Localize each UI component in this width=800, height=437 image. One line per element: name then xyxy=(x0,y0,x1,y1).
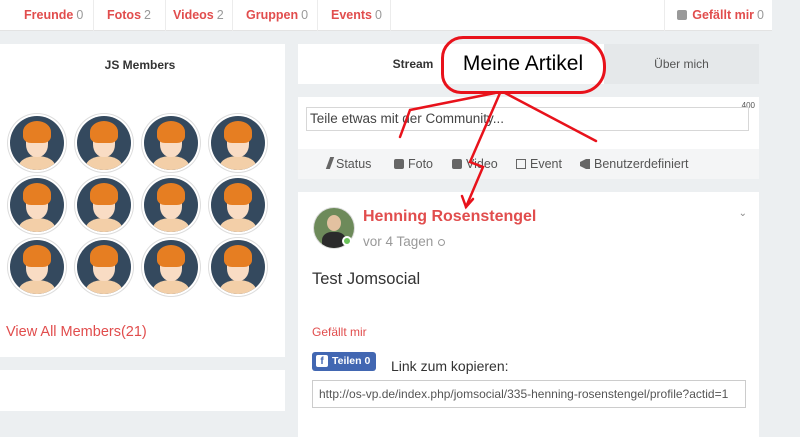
nav-gruppen[interactable]: Gruppen 0 xyxy=(222,0,318,31)
globe-icon xyxy=(438,239,446,246)
facebook-share-button[interactable]: f Teilen 0 xyxy=(312,352,376,371)
calendar-icon xyxy=(516,159,526,169)
facebook-icon: f xyxy=(316,355,328,367)
nav-label: Freunde xyxy=(24,8,74,22)
post-content: Test Jomsocial xyxy=(312,270,421,288)
copy-link-field[interactable]: http://os-vp.de/index.php/jomsocial/335-… xyxy=(312,380,746,408)
pencil-icon xyxy=(325,157,335,169)
member-avatar[interactable] xyxy=(75,176,133,234)
custom-label: Benutzerdefiniert xyxy=(594,157,689,171)
member-avatar[interactable] xyxy=(209,176,267,234)
profile-nav: Freunde 0 Fotos 2 Videos 2 Gruppen 0 Events 0… xyxy=(0,0,772,31)
chevron-down-icon[interactable]: ⌄ xyxy=(739,208,747,219)
video-icon xyxy=(452,159,462,169)
event-label: Event xyxy=(530,157,562,171)
member-avatar[interactable] xyxy=(209,114,267,172)
status-composer: 400 Teile etwas mit der Community... Sta… xyxy=(298,97,759,179)
status-input[interactable]: Teile etwas mit der Community... xyxy=(306,107,749,131)
stream-tabs: Stream Meine Artikel Über mich xyxy=(298,44,759,84)
member-avatar[interactable] xyxy=(75,114,133,172)
like-count: 0 xyxy=(757,8,764,22)
status-button[interactable]: Status xyxy=(325,149,372,179)
nav-videos[interactable]: Videos 2 xyxy=(149,0,233,31)
camera-icon xyxy=(394,159,404,169)
nav-events[interactable]: Events 0 xyxy=(307,0,391,31)
status-label: Status xyxy=(336,157,372,171)
event-button[interactable]: Event xyxy=(516,149,562,179)
page-scroll-gutter xyxy=(772,0,800,437)
thumbs-up-icon xyxy=(677,10,688,20)
view-all-members-link[interactable]: View All Members(21) xyxy=(6,324,147,340)
video-button[interactable]: Video xyxy=(452,149,498,179)
nav-count: 0 xyxy=(375,8,382,22)
tab-ueber-mich[interactable]: Über mich xyxy=(604,44,759,84)
nav-label: Videos xyxy=(173,8,214,22)
custom-button[interactable]: Benutzerdefiniert xyxy=(580,149,689,179)
photo-label: Foto xyxy=(408,157,434,171)
stream-post: Henning Rosenstengel vor 4 Tagen ⌄ Test … xyxy=(298,192,759,437)
post-like-link[interactable]: Gefällt mir xyxy=(312,325,367,339)
nav-freunde[interactable]: Freunde 0 xyxy=(0,0,94,31)
copy-link-label: Link zum kopieren: xyxy=(391,358,509,374)
online-status-dot xyxy=(342,236,352,246)
member-avatar[interactable] xyxy=(8,114,66,172)
member-avatar[interactable] xyxy=(142,114,200,172)
share-label: Teilen 0 xyxy=(332,355,371,367)
megaphone-icon xyxy=(580,159,590,169)
post-time: vor 4 Tagen xyxy=(363,234,446,249)
like-page-button[interactable]: Gefällt mir 0 xyxy=(664,0,764,31)
nav-label: Events xyxy=(331,8,372,22)
photo-button[interactable]: Foto xyxy=(394,149,433,179)
nav-label: Fotos xyxy=(107,8,142,22)
member-avatar[interactable] xyxy=(8,238,66,296)
member-avatar[interactable] xyxy=(142,176,200,234)
sidebar-card-empty xyxy=(0,370,285,411)
member-avatar[interactable] xyxy=(142,238,200,296)
post-time-label: vor 4 Tagen xyxy=(363,234,434,249)
nav-label: Gruppen xyxy=(246,8,299,22)
member-avatar[interactable] xyxy=(209,238,267,296)
video-label: Video xyxy=(466,157,498,171)
post-author-link[interactable]: Henning Rosenstengel xyxy=(363,208,536,226)
composer-toolbar: Status Foto Video Event Benutzerdefinier… xyxy=(298,149,759,179)
tab-meine-artikel[interactable]: Meine Artikel xyxy=(445,44,601,84)
members-title: JS Members xyxy=(104,58,176,72)
members-widget: JS Members View All Members(21) xyxy=(0,44,285,357)
member-avatar[interactable] xyxy=(8,176,66,234)
member-avatar[interactable] xyxy=(75,238,133,296)
like-label: Gefällt mir xyxy=(692,8,755,22)
